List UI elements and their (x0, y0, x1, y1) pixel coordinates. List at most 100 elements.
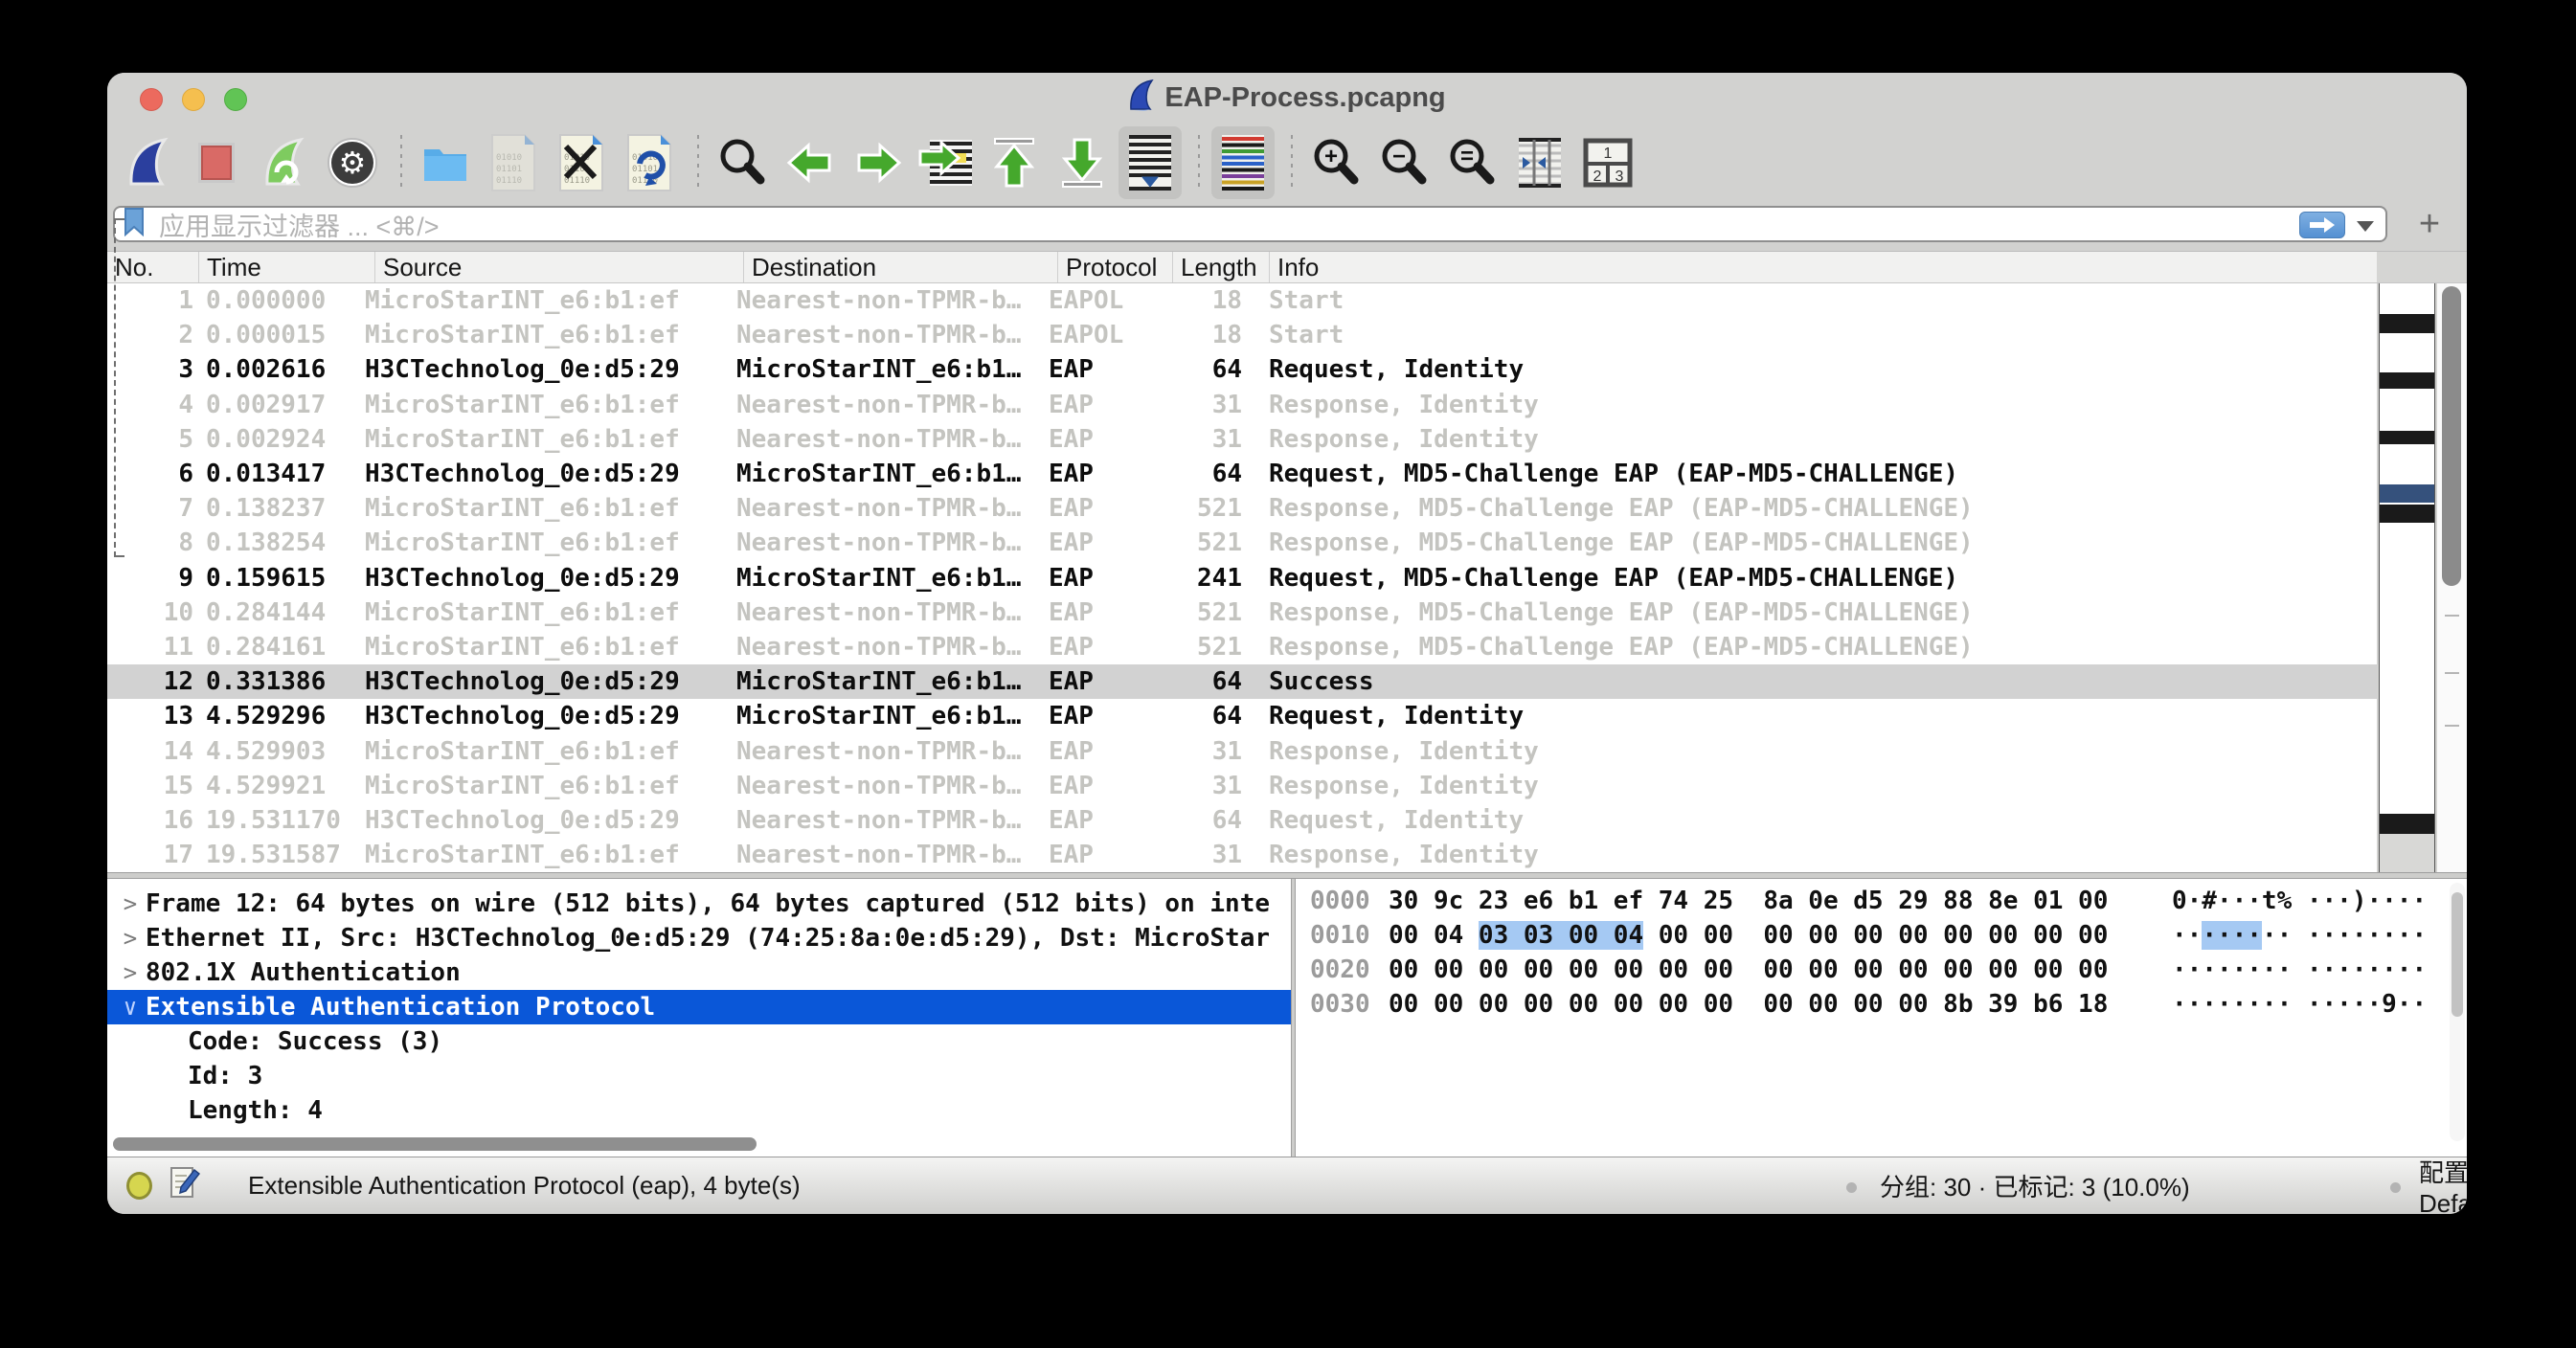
colorize-button[interactable] (1211, 126, 1275, 199)
svg-text:−: − (1392, 144, 1406, 169)
magnifier-icon (715, 136, 769, 190)
column-header-time[interactable]: Time (199, 252, 375, 282)
zoom-in-button[interactable]: + (1304, 126, 1367, 199)
go-first-button[interactable] (983, 126, 1046, 199)
detail-line[interactable]: >802.1X Authentication (107, 955, 1291, 990)
arrow-left-icon (783, 136, 837, 190)
find-packet-button[interactable] (711, 126, 774, 199)
resize-columns-icon (1513, 136, 1567, 190)
detail-line[interactable]: Code: Success (3) (107, 1024, 1291, 1059)
magnifier-minus-icon: − (1377, 136, 1431, 190)
bookmark-icon[interactable] (123, 208, 146, 241)
column-header-source[interactable]: Source (375, 252, 744, 282)
zoom-reset-button[interactable]: = (1440, 126, 1503, 199)
column-header-length[interactable]: Length (1173, 252, 1270, 282)
svg-text:01010: 01010 (496, 153, 522, 163)
packet-row-1[interactable]: 10.000000MicroStarINT_e6:b1:efNearest-no… (107, 283, 2377, 318)
packet-row-6[interactable]: 60.013417H3CTechnolog_0e:d5:29MicroStarI… (107, 457, 2377, 491)
add-filter-button[interactable]: + (2410, 203, 2449, 245)
hex-dump-pane: 000030 9c 23 e6 b1 ef 74 25 8a 0e d5 29 … (1296, 879, 2467, 1157)
packet-row-10[interactable]: 100.284144MicroStarINT_e6:b1:efNearest-n… (107, 595, 2377, 630)
go-forward-button[interactable] (847, 126, 910, 199)
status-profile[interactable]: 配置: Default (2419, 1154, 2467, 1215)
detail-line[interactable]: >Frame 12: 64 bytes on wire (512 bits), … (107, 887, 1291, 921)
packet-row-16[interactable]: 1619.531170H3CTechnolog_0e:d5:29Nearest-… (107, 803, 2377, 838)
packet-row-8[interactable]: 80.138254MicroStarINT_e6:b1:efNearest-no… (107, 526, 2377, 560)
svg-text:1: 1 (1604, 146, 1613, 162)
save-file-button[interactable]: 010100110101110 (482, 126, 545, 199)
resize-columns-button[interactable] (1508, 126, 1571, 199)
details-scrollbar-thumb[interactable] (113, 1137, 757, 1151)
autoscroll-icon (1123, 133, 1177, 192)
go-back-button[interactable] (779, 126, 842, 199)
packet-row-11[interactable]: 110.284161MicroStarINT_e6:b1:efNearest-n… (107, 630, 2377, 664)
filter-history-caret[interactable] (2357, 221, 2374, 232)
svg-text:01101: 01101 (496, 165, 522, 174)
packet-row-14[interactable]: 144.529903MicroStarINT_e6:b1:efNearest-n… (107, 733, 2377, 768)
intelligent-scrollbar-minimap[interactable] (2379, 283, 2435, 872)
scrollbar-thumb[interactable] (2442, 286, 2461, 586)
reload-file-button[interactable]: 010100110101110 (618, 126, 681, 199)
packet-row-13[interactable]: 134.529296H3CTechnolog_0e:d5:29MicroStar… (107, 699, 2377, 733)
collapsed-expander-icon[interactable]: > (117, 925, 144, 952)
hex-scrollbar[interactable] (2450, 883, 2465, 1141)
detail-line[interactable]: Length: 4 (107, 1093, 1291, 1128)
packet-row-9[interactable]: 90.159615H3CTechnolog_0e:d5:29MicroStarI… (107, 561, 2377, 595)
zoom-out-button[interactable]: − (1372, 126, 1435, 199)
open-file-button[interactable] (414, 126, 477, 199)
close-file-button[interactable]: 010100110101110 (550, 126, 613, 199)
status-bar: Extensible Authentication Protocol (eap)… (107, 1157, 2467, 1214)
layout-panes-icon: 123 (1583, 138, 1633, 188)
detail-line[interactable]: Id: 3 (107, 1059, 1291, 1093)
svg-text:+: + (1324, 144, 1338, 169)
packet-row-12[interactable]: 120.331386H3CTechnolog_0e:d5:29MicroStar… (107, 664, 2377, 699)
arrow-right-icon (851, 136, 905, 190)
packet-list-scrollbar[interactable] (2437, 283, 2467, 872)
collapsed-expander-icon[interactable]: > (117, 959, 144, 986)
capture-comment-icon[interactable] (169, 1164, 200, 1207)
horizontal-splitter[interactable] (107, 872, 2467, 879)
hex-row-0020[interactable]: 002000 00 00 00 00 00 00 00 00 00 00 00 … (1296, 955, 2467, 990)
collapsed-expander-icon[interactable]: > (117, 890, 144, 917)
go-last-button[interactable] (1051, 126, 1114, 199)
hex-row-0030[interactable]: 003000 00 00 00 00 00 00 00 00 00 00 00 … (1296, 990, 2467, 1024)
doc-reload-icon: 010100110101110 (624, 133, 674, 192)
hex-row-0000[interactable]: 000030 9c 23 e6 b1 ef 74 25 8a 0e d5 29 … (1296, 887, 2467, 921)
filter-bar: 应用显示过滤器 ... <⌘/> + (107, 203, 2467, 251)
apply-arrow-icon (2308, 216, 2337, 234)
packet-row-5[interactable]: 50.002924MicroStarINT_e6:b1:efNearest-no… (107, 422, 2377, 457)
auto-scroll-button[interactable] (1119, 126, 1182, 199)
packet-row-4[interactable]: 40.002917MicroStarINT_e6:b1:efNearest-no… (107, 388, 2377, 422)
column-header-protocol[interactable]: Protocol (1058, 252, 1173, 282)
arrow-up-bar-icon (987, 136, 1041, 190)
display-filter-input[interactable]: 应用显示过滤器 ... <⌘/> (113, 206, 2387, 242)
detail-line[interactable]: >Ethernet II, Src: H3CTechnolog_0e:d5:29… (107, 921, 1291, 955)
restart-capture-button[interactable] (253, 126, 316, 199)
packet-row-3[interactable]: 30.002616H3CTechnolog_0e:d5:29MicroStarI… (107, 352, 2377, 387)
packet-row-17[interactable]: 1719.531587MicroStarINT_e6:b1:efNearest-… (107, 838, 2377, 872)
layout-button[interactable]: 123 (1576, 126, 1639, 199)
column-header-info[interactable]: Info (1270, 252, 2377, 282)
stop-capture-button[interactable] (185, 126, 248, 199)
expanded-expander-icon[interactable]: ∨ (117, 994, 144, 1021)
apply-filter-button[interactable] (2299, 212, 2345, 238)
hex-row-0010[interactable]: 001000 04 03 03 00 04 00 00 00 00 00 00 … (1296, 921, 2467, 955)
minimap-footer (2380, 834, 2434, 872)
capture-options-button[interactable]: ⚙ (321, 126, 384, 199)
shark-fin-restart-icon (258, 136, 311, 190)
doc-close-icon: 010100110101110 (556, 133, 606, 192)
hex-scrollbar-thumb[interactable] (2452, 892, 2463, 1017)
packet-row-15[interactable]: 154.529921MicroStarINT_e6:b1:efNearest-n… (107, 769, 2377, 803)
start-capture-button[interactable] (117, 126, 180, 199)
column-header-destination[interactable]: Destination (744, 252, 1058, 282)
shark-fin-icon (122, 136, 175, 190)
column-header-no[interactable]: No. (107, 252, 199, 282)
expert-info-icon[interactable] (126, 1172, 152, 1200)
svg-text:2: 2 (1593, 168, 1602, 185)
packet-row-7[interactable]: 70.138237MicroStarINT_e6:b1:efNearest-no… (107, 491, 2377, 526)
packet-list-header[interactable]: No.TimeSourceDestinationProtocolLengthIn… (107, 251, 2377, 283)
go-to-packet-button[interactable] (915, 126, 978, 199)
details-horizontal-scrollbar[interactable] (111, 1135, 1285, 1153)
packet-row-2[interactable]: 20.000015MicroStarINT_e6:b1:efNearest-no… (107, 318, 2377, 352)
detail-line[interactable]: ∨Extensible Authentication Protocol (107, 990, 1291, 1024)
